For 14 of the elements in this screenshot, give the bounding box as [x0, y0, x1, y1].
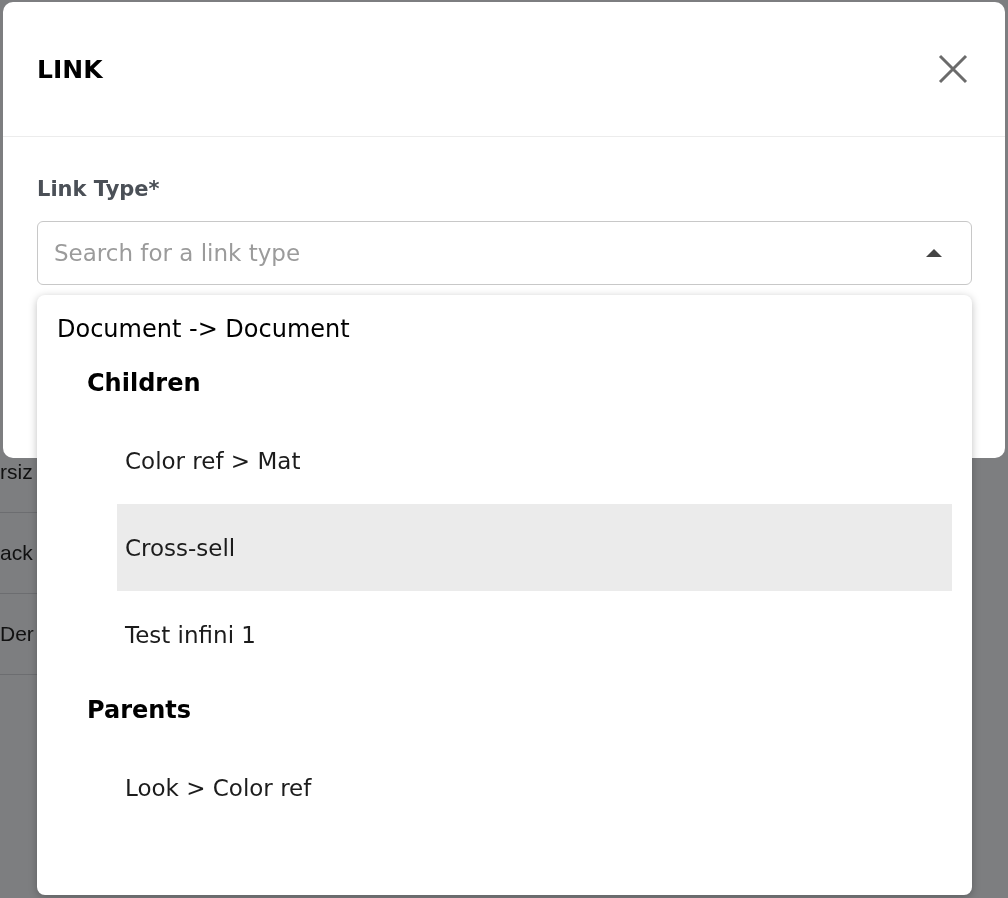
group-heading: Parents [87, 696, 193, 726]
dialog-title: LINK [37, 54, 103, 84]
table-cell-text: rsiz [0, 460, 33, 484]
dropdown-option[interactable]: Test infini 1 [117, 591, 952, 678]
table-cell-text: Der [0, 622, 34, 646]
search-field[interactable]: Search for a link type [37, 221, 972, 285]
dropdown-option[interactable]: Cross-sell [117, 504, 952, 591]
close-icon [938, 54, 968, 84]
dropdown-option[interactable]: Look > Color ref [117, 744, 952, 831]
group-heading: Document -> Document [57, 315, 351, 345]
dropdown-option[interactable]: Color ref > Mat [117, 417, 952, 504]
group-heading: Children [87, 369, 202, 399]
table-cell-text: ack [0, 541, 33, 565]
field-label: Link Type* [37, 177, 161, 201]
